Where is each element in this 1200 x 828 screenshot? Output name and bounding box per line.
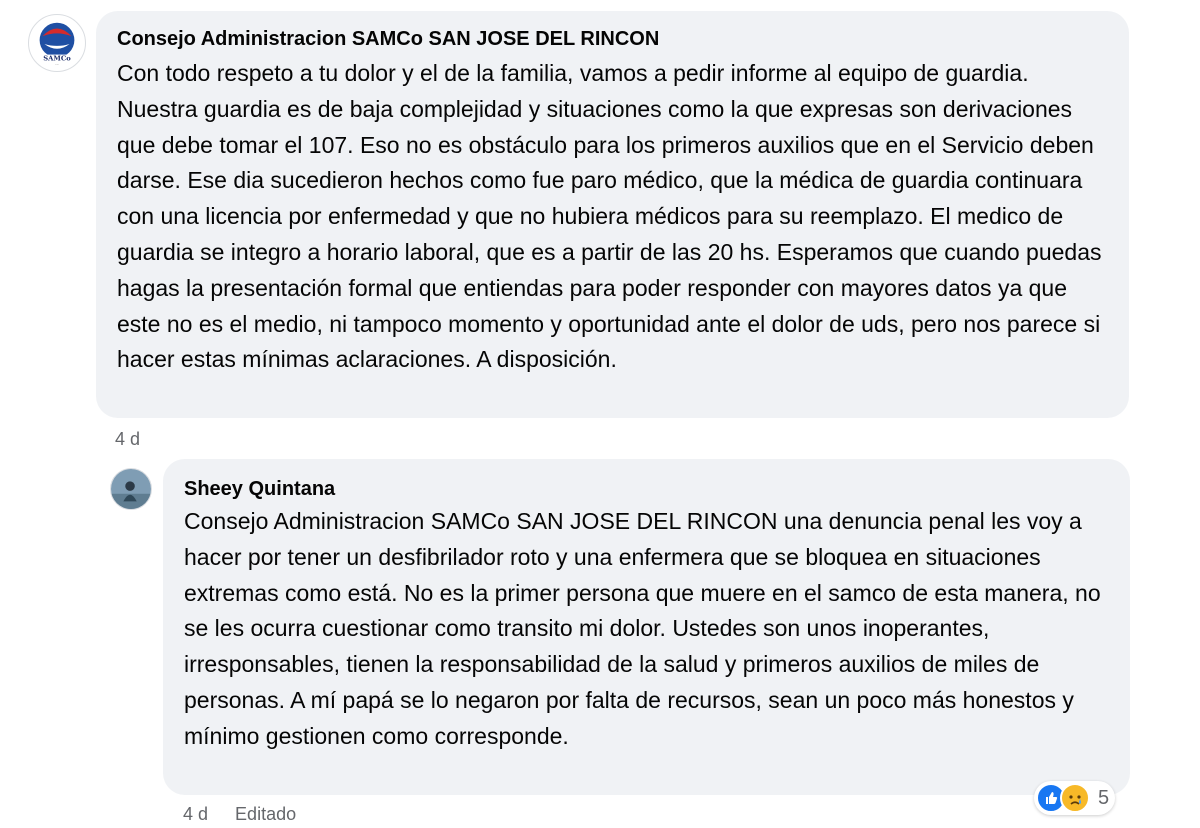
reply-author[interactable]: Sheey Quintana xyxy=(184,477,1110,501)
reply-timestamp[interactable]: 4 d xyxy=(183,804,208,824)
comment-timestamp[interactable]: 4 d xyxy=(115,429,140,449)
samco-logo-icon: SAMCo ··· xyxy=(29,15,85,71)
comment-author[interactable]: Consejo Administracion SAMCo SAN JOSE DE… xyxy=(117,27,1109,51)
comment-bubble: Consejo Administracion SAMCo SAN JOSE DE… xyxy=(96,11,1129,418)
profile-photo xyxy=(111,469,151,509)
reaction-summary[interactable]: 5 xyxy=(1034,781,1116,815)
svg-text:···: ··· xyxy=(55,63,58,67)
svg-text:SAMCo: SAMCo xyxy=(43,54,71,62)
edited-label[interactable]: Editado xyxy=(235,804,296,824)
reply-text: Consejo Administracion SAMCo SAN JOSE DE… xyxy=(184,508,1101,749)
comment-text: Con todo respeto a tu dolor y el de la f… xyxy=(117,60,1102,373)
avatar-samco[interactable]: SAMCo ··· xyxy=(28,14,86,72)
reply-bubble: Sheey Quintana Consejo Administracion SA… xyxy=(163,459,1130,795)
comment-meta: 4 d xyxy=(115,428,162,450)
sad-icon xyxy=(1060,783,1090,813)
reaction-count: 5 xyxy=(1098,786,1110,809)
reply-meta: 4 d Editado xyxy=(183,803,318,825)
avatar-sheey-quintana[interactable] xyxy=(110,468,152,510)
